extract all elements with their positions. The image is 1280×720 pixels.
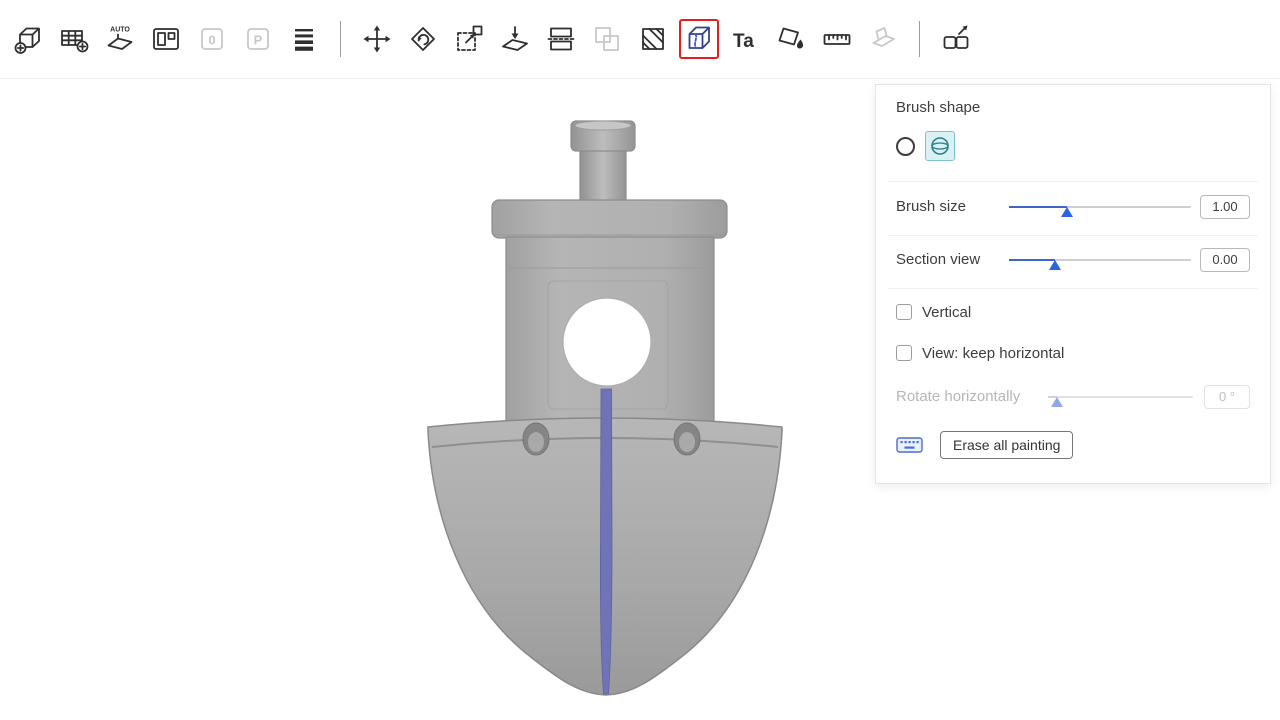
toolbar-separator: [919, 21, 920, 57]
section-view-slider-handle[interactable]: [1049, 260, 1061, 270]
scale-button[interactable]: [449, 19, 489, 59]
brush-shape-circle-option[interactable]: [896, 137, 915, 156]
mesh-boolean-button[interactable]: [587, 19, 627, 59]
sphere-icon: [930, 136, 950, 156]
section-view-slider[interactable]: [1009, 242, 1191, 278]
color-painting-icon: [774, 22, 808, 56]
keep-horizontal-option: View: keep horizontal: [896, 340, 1250, 366]
toolbar-separator: [340, 21, 341, 57]
vertical-option: Vertical: [896, 299, 1250, 325]
rotate-horizontally-slider: [1048, 379, 1193, 415]
emboss-button[interactable]: [863, 19, 903, 59]
svg-text:AUTO: AUTO: [110, 27, 130, 34]
support-painting-button[interactable]: [633, 19, 673, 59]
svg-text:P: P: [254, 33, 263, 48]
add-object-button[interactable]: [8, 19, 48, 59]
rotate-button[interactable]: [403, 19, 443, 59]
rotate-horizontally-label: Rotate horizontally: [896, 388, 1020, 405]
emboss-icon: [866, 22, 900, 56]
color-painting-button[interactable]: [771, 19, 811, 59]
section-view-value[interactable]: 0.00: [1200, 248, 1250, 272]
benchy-hawse-hole-right: [674, 423, 700, 455]
vertical-checkbox[interactable]: [896, 304, 912, 320]
keep-horizontal-label: View: keep horizontal: [922, 345, 1064, 362]
assembly-view-button[interactable]: [936, 19, 976, 59]
mesh-boolean-icon: [590, 22, 624, 56]
assembly-view-icon: [939, 22, 973, 56]
seam-painting-icon: [682, 22, 716, 56]
panel-divider: [888, 288, 1258, 289]
rotate-horizontally-slider-handle: [1051, 397, 1063, 407]
cut-icon: [544, 22, 578, 56]
seam-painting-button[interactable]: [679, 19, 719, 59]
benchy-hawse-hole-left: [523, 423, 549, 455]
brush-size-row: Brush size 1.00: [896, 189, 1250, 225]
brush-size-label: Brush size: [896, 198, 966, 215]
variable-layer-height-icon: [287, 22, 321, 56]
svg-text:Ta: Ta: [733, 31, 754, 52]
top-toolbar: AUTO 0 P: [0, 0, 1280, 79]
variable-layer-height-button[interactable]: [284, 19, 324, 59]
plate-0-icon: 0: [195, 22, 229, 56]
text-tool-icon: Ta: [728, 22, 762, 56]
seam-painting-panel: Brush shape Brush size 1.00 Section view…: [875, 84, 1271, 484]
measure-button[interactable]: [817, 19, 857, 59]
plate-p-icon: P: [241, 22, 275, 56]
section-view-row: Section view 0.00: [896, 242, 1250, 278]
brush-size-slider[interactable]: [1009, 189, 1191, 225]
svg-text:0: 0: [208, 33, 215, 48]
arrange-icon: [149, 22, 183, 56]
scale-icon: [452, 22, 486, 56]
seam-stripe: [600, 389, 612, 694]
section-view-label: Section view: [896, 251, 980, 268]
plate-0-button[interactable]: 0: [192, 19, 232, 59]
keyboard-shortcuts-icon[interactable]: [896, 435, 923, 455]
measure-icon: [820, 22, 854, 56]
keep-horizontal-checkbox[interactable]: [896, 345, 912, 361]
rotate-icon: [406, 22, 440, 56]
plate-p-button[interactable]: P: [238, 19, 278, 59]
rotate-horizontally-value: 0 °: [1204, 385, 1250, 409]
arrange-button[interactable]: [146, 19, 186, 59]
erase-all-painting-button[interactable]: Erase all painting: [940, 431, 1073, 459]
add-plate-icon: [57, 22, 91, 56]
add-object-icon: [11, 22, 45, 56]
cut-button[interactable]: [541, 19, 581, 59]
move-button[interactable]: [357, 19, 397, 59]
place-on-face-button[interactable]: [495, 19, 535, 59]
panel-divider: [888, 181, 1258, 182]
benchy-window: [563, 298, 651, 386]
benchy-hull: [428, 389, 782, 695]
place-on-face-icon: [498, 22, 532, 56]
brush-size-value[interactable]: 1.00: [1200, 195, 1250, 219]
vertical-label: Vertical: [922, 304, 971, 321]
auto-orient-button[interactable]: AUTO: [100, 19, 140, 59]
panel-divider: [888, 235, 1258, 236]
brush-shape-options: [896, 129, 1250, 163]
text-tool-button[interactable]: Ta: [725, 19, 765, 59]
brush-size-slider-handle[interactable]: [1061, 207, 1073, 217]
benchy-model[interactable]: [420, 113, 792, 713]
brush-shape-sphere-option[interactable]: [925, 131, 955, 161]
rotate-horizontally-row: Rotate horizontally 0 °: [896, 379, 1250, 415]
support-painting-icon: [636, 22, 670, 56]
panel-footer-row: Erase all painting: [896, 431, 1250, 461]
auto-orient-icon: AUTO: [103, 22, 137, 56]
brush-shape-label: Brush shape: [896, 99, 1250, 116]
move-icon: [360, 22, 394, 56]
add-plate-button[interactable]: [54, 19, 94, 59]
